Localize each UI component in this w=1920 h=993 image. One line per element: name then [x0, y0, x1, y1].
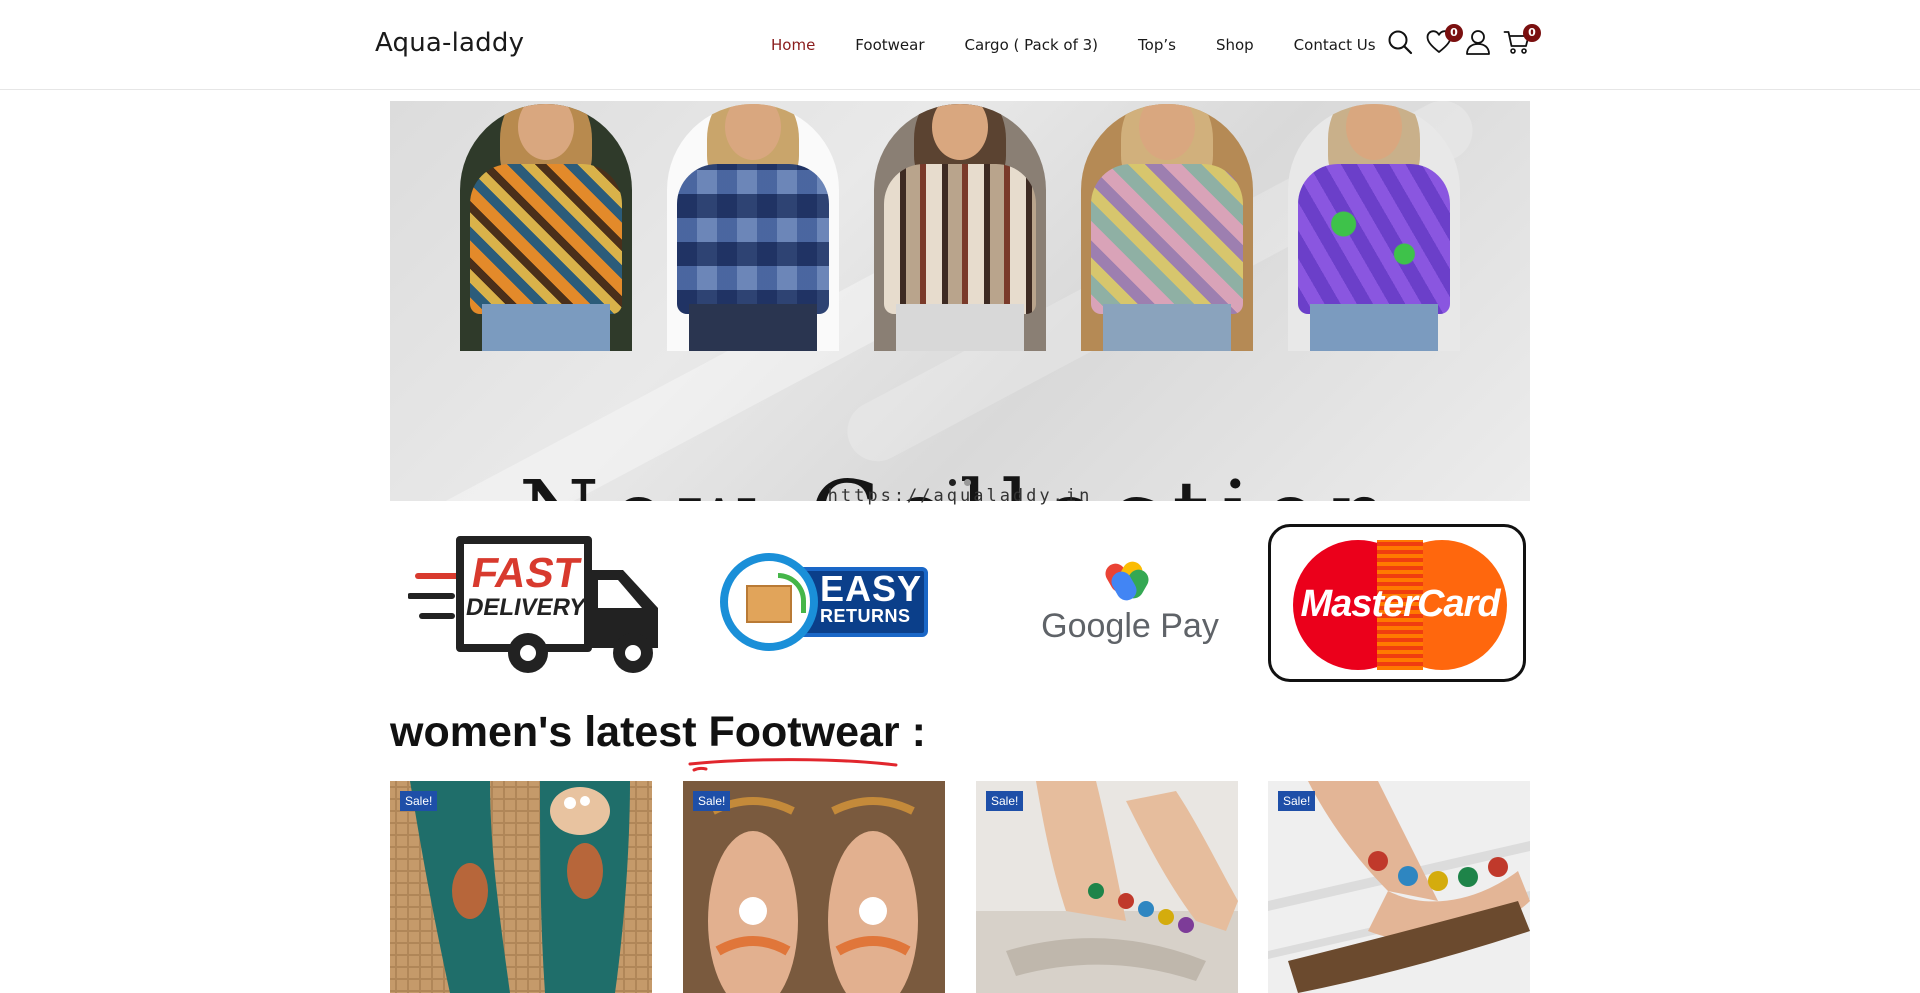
feature-badges: FAST DELIVERY EASY RETURNS Google Pay Ma… — [390, 520, 1530, 685]
site-logo[interactable]: Aqua-laddy — [375, 28, 524, 58]
returns-circle-icon — [720, 552, 818, 651]
sale-badge: Sale! — [693, 791, 731, 811]
main-nav: Home Footwear Cargo ( Pack of 3) Top’s S… — [771, 36, 1416, 54]
sale-badge: Sale! — [400, 791, 438, 811]
site-header: Aqua-laddy Home Footwear Cargo ( Pack of… — [0, 0, 1920, 90]
search-icon[interactable] — [1386, 28, 1414, 56]
product-card[interactable]: Sale! — [683, 781, 945, 993]
section-title-highlight: Footwear : — [708, 708, 926, 756]
google-pay-logo-icon — [1105, 561, 1149, 601]
delivery-label: DELIVERY — [463, 594, 588, 621]
fast-label: FAST — [468, 549, 584, 596]
product-image — [390, 781, 652, 993]
product-image — [976, 781, 1238, 993]
product-image — [1268, 781, 1530, 993]
nav-cargo[interactable]: Cargo ( Pack of 3) — [964, 36, 1098, 54]
product-grid: Sale! Sale! Sale! Sale! — [390, 781, 1530, 993]
mastercard-badge: MasterCard — [1268, 520, 1526, 685]
section-title: women's latest Footwear : — [390, 708, 926, 757]
google-pay-label: Google Pay — [1041, 607, 1219, 645]
product-image — [683, 781, 945, 993]
hero-url: https://aqualaddy.in — [827, 486, 1093, 506]
nav-tops[interactable]: Top’s — [1138, 36, 1176, 54]
title-underline-decor — [688, 758, 898, 772]
carousel-dot-1[interactable] — [949, 479, 956, 486]
cart-button[interactable]: 0 — [1503, 24, 1541, 56]
section-title-prefix: women's latest — [390, 708, 709, 756]
easy-label: EASY — [820, 567, 923, 609]
sale-badge: Sale! — [1278, 791, 1316, 811]
product-card[interactable]: Sale! — [1268, 781, 1530, 993]
wishlist-button[interactable]: 0 — [1425, 24, 1463, 56]
model-image-patchwork-shirt — [1081, 104, 1253, 351]
nav-shop[interactable]: Shop — [1216, 36, 1254, 54]
model-image-butterfly-top — [460, 104, 632, 351]
product-card[interactable]: Sale! — [390, 781, 652, 993]
hero-banner[interactable]: New Collection — [390, 101, 1530, 501]
model-image-cartoon-print-top — [1288, 104, 1460, 351]
returns-label: RETURNS — [820, 605, 911, 626]
header-icons: 0 0 — [1386, 24, 1542, 56]
sale-badge: Sale! — [986, 791, 1024, 811]
google-pay-badge: Google Pay — [1030, 520, 1230, 685]
carousel-dot-2[interactable] — [964, 479, 971, 486]
nav-home[interactable]: Home — [771, 36, 815, 54]
mastercard-label: MasterCard — [1300, 582, 1500, 625]
nav-contact[interactable]: Contact Us — [1294, 36, 1376, 54]
model-image-geometric-top — [874, 104, 1046, 351]
wishlist-count-badge: 0 — [1445, 24, 1463, 42]
product-card[interactable]: Sale! — [976, 781, 1238, 993]
easy-returns-badge: EASY RETURNS — [720, 520, 930, 685]
nav-footwear[interactable]: Footwear — [855, 36, 924, 54]
model-image-denim-patch-top — [667, 104, 839, 351]
user-icon[interactable] — [1464, 28, 1492, 56]
carousel-dots — [390, 479, 1530, 486]
fast-delivery-badge: FAST DELIVERY — [408, 520, 678, 685]
cart-count-badge: 0 — [1523, 24, 1541, 42]
